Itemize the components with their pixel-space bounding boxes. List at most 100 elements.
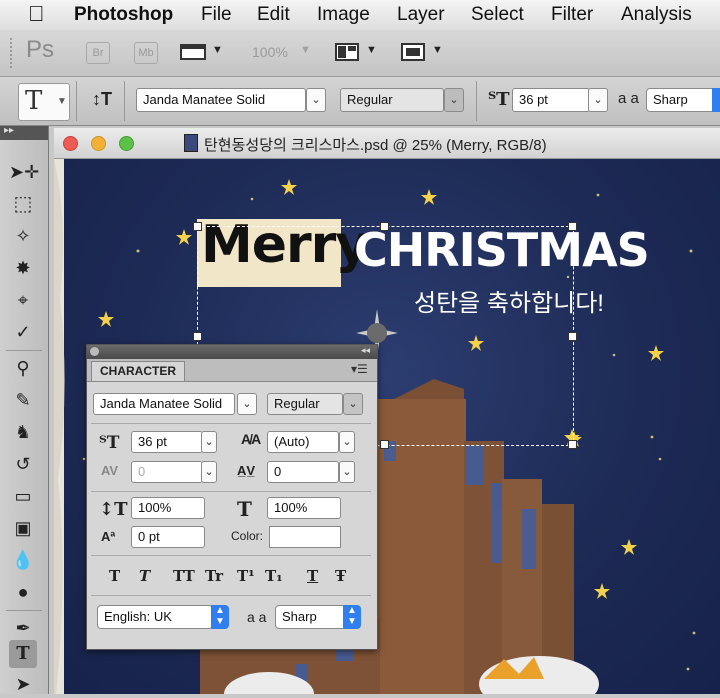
history-brush-tool-icon[interactable]: ↺: [9, 450, 37, 478]
language-select[interactable]: English: UK: [97, 605, 213, 629]
tab-character[interactable]: CHARACTER: [91, 361, 185, 381]
screen-mode-button[interactable]: [400, 42, 426, 62]
faux-bold-button[interactable]: T: [109, 567, 120, 585]
font-family-field[interactable]: Janda Manatee Solid: [136, 88, 306, 112]
close-button[interactable]: [63, 136, 78, 151]
font-size-icon: ᵀT: [99, 433, 120, 453]
eraser-tool-icon[interactable]: ▭: [9, 482, 37, 510]
healing-brush-tool-icon[interactable]: ⚲: [9, 354, 37, 382]
grip-handle[interactable]: [10, 38, 16, 68]
transform-handle[interactable]: [380, 222, 389, 231]
chevron-down-icon[interactable]: ⌄: [588, 88, 608, 112]
transform-handle[interactable]: [568, 440, 577, 449]
gradient-tool-icon[interactable]: ▣: [9, 514, 37, 542]
font-size-icon: ᵀT: [488, 89, 510, 110]
divider: [91, 595, 371, 596]
apple-icon[interactable]: : [28, 1, 45, 27]
font-style-field[interactable]: Regular: [340, 88, 444, 112]
menu-layer[interactable]: Layer: [397, 4, 445, 26]
type-tool-icon[interactable]: T: [9, 640, 37, 668]
select-arrows-icon[interactable]: [712, 88, 720, 112]
close-icon[interactable]: [90, 347, 99, 356]
minimize-button[interactable]: [91, 136, 106, 151]
mini-bridge-button[interactable]: Mb: [134, 42, 158, 64]
menu-app-name[interactable]: Photoshop: [74, 4, 173, 26]
baseline-shift-field[interactable]: 0 pt: [131, 526, 205, 548]
menu-select[interactable]: Select: [471, 4, 524, 26]
blur-tool-icon[interactable]: 💧: [9, 546, 37, 574]
text-orientation-icon[interactable]: ↕T: [92, 89, 112, 110]
move-tool-icon[interactable]: ➤✛: [9, 158, 39, 186]
toolbox-header[interactable]: ▸▸: [0, 125, 48, 140]
antialias-select[interactable]: Sharp: [275, 605, 351, 629]
chevron-down-icon[interactable]: ⌄: [343, 393, 363, 415]
select-arrows-icon[interactable]: ▲ ▼: [343, 605, 361, 629]
tracking-field[interactable]: 0: [267, 461, 339, 483]
font-size-field[interactable]: 36 pt: [131, 431, 203, 453]
dodge-tool-icon[interactable]: ●: [9, 578, 37, 606]
chevron-down-icon[interactable]: ▼: [212, 44, 223, 56]
menu-edit[interactable]: Edit: [257, 4, 290, 26]
vertical-scale-field[interactable]: 100%: [131, 497, 205, 519]
kerning-field[interactable]: 0: [131, 461, 203, 483]
magic-wand-tool-icon[interactable]: ✸: [9, 254, 37, 282]
lasso-tool-icon[interactable]: ✧: [9, 222, 37, 250]
chevron-down-icon[interactable]: ⌄: [201, 431, 217, 453]
chevron-down-icon[interactable]: ⌄: [201, 461, 217, 483]
tracking-icon: A̲V̲: [237, 463, 256, 478]
superscript-button[interactable]: T¹: [237, 567, 255, 585]
arrange-documents-button[interactable]: [334, 42, 360, 62]
horizontal-scale-field[interactable]: 100%: [267, 497, 341, 519]
faux-italic-button[interactable]: T: [139, 567, 150, 585]
panel-menu-icon[interactable]: ▾☰: [351, 362, 368, 376]
view-extras-button[interactable]: [180, 42, 206, 62]
divider: [91, 491, 371, 492]
font-size-field[interactable]: 36 pt: [512, 88, 590, 112]
tool-preset-picker[interactable]: T ▼: [18, 83, 70, 121]
transform-handle[interactable]: [380, 440, 389, 449]
menu-image[interactable]: Image: [317, 4, 370, 26]
menu-analysis[interactable]: Analysis: [621, 4, 692, 26]
zoom-button[interactable]: [119, 136, 134, 151]
collapse-icon[interactable]: ◂◂: [361, 345, 370, 356]
transform-handle[interactable]: [568, 222, 577, 231]
baseline-shift-icon: Aª: [101, 529, 116, 544]
transform-handle[interactable]: [568, 332, 577, 341]
marquee-tool-icon[interactable]: ⬚: [9, 190, 37, 218]
subscript-button[interactable]: T₁: [265, 567, 283, 585]
chevron-down-icon[interactable]: ▼: [366, 44, 377, 56]
transform-handle[interactable]: [193, 332, 202, 341]
all-caps-button[interactable]: TT: [173, 567, 195, 585]
crop-tool-icon[interactable]: ⌖: [9, 286, 37, 314]
antialias-select[interactable]: Sharp: [646, 88, 720, 112]
document-title-bar[interactable]: 탄현동성당의 크리스마스.psd @ 25% (Merry, RGB/8): [54, 128, 720, 159]
chevron-down-icon[interactable]: ▼: [300, 44, 311, 56]
clone-stamp-tool-icon[interactable]: ♞: [9, 418, 37, 446]
font-family-field[interactable]: Janda Manatee Solid: [93, 393, 235, 415]
bridge-button[interactable]: Br: [86, 42, 110, 64]
menu-filter[interactable]: Filter: [551, 4, 593, 26]
underline-button[interactable]: T: [307, 567, 318, 585]
zoom-level[interactable]: 100%: [252, 44, 288, 60]
chevron-down-icon[interactable]: ⌄: [306, 88, 326, 112]
strikethrough-button[interactable]: Ŧ: [335, 567, 346, 585]
antialias-icon: a a: [618, 90, 639, 107]
menu-file[interactable]: File: [201, 4, 232, 26]
collapse-icon[interactable]: ▸▸: [4, 125, 14, 136]
leading-field[interactable]: (Auto): [267, 431, 339, 453]
antialias-icon: a a: [247, 609, 267, 625]
transform-handle[interactable]: [193, 222, 202, 231]
panel-header[interactable]: ◂◂: [87, 345, 377, 359]
font-style-field[interactable]: Regular: [267, 393, 343, 415]
chevron-down-icon[interactable]: ⌄: [444, 88, 464, 112]
select-arrows-icon[interactable]: ▲ ▼: [211, 605, 229, 629]
chevron-down-icon[interactable]: ⌄: [339, 461, 355, 483]
chevron-down-icon[interactable]: ⌄: [339, 431, 355, 453]
brush-tool-icon[interactable]: ✎: [9, 386, 37, 414]
small-caps-button[interactable]: Tr: [205, 567, 223, 585]
pen-tool-icon[interactable]: ✒: [9, 614, 37, 642]
chevron-down-icon[interactable]: ▼: [432, 44, 443, 56]
color-swatch[interactable]: [269, 526, 341, 548]
eyedropper-tool-icon[interactable]: ✓: [9, 318, 37, 346]
chevron-down-icon[interactable]: ⌄: [237, 393, 257, 415]
